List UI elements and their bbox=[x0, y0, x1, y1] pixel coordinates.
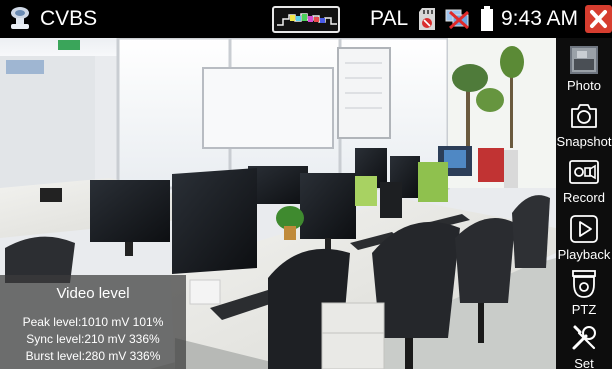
mode-title: CVBS bbox=[40, 7, 98, 30]
sync-level: Sync level:210 mV 336% bbox=[26, 332, 160, 346]
set-button[interactable]: Set bbox=[556, 320, 612, 369]
photo-thumbnail-icon bbox=[570, 46, 598, 74]
battery-icon bbox=[481, 6, 493, 31]
ptz-dome-camera-icon bbox=[572, 270, 596, 298]
color-bars-icon[interactable] bbox=[272, 6, 340, 33]
playback-label: Playback bbox=[557, 247, 611, 262]
tools-icon bbox=[572, 325, 596, 350]
playback-button[interactable]: Playback bbox=[556, 211, 612, 268]
close-button[interactable] bbox=[585, 5, 612, 33]
play-icon bbox=[570, 215, 598, 243]
video-level-title: Video level bbox=[56, 285, 130, 302]
snapshot-button[interactable]: Snapshot bbox=[556, 98, 612, 155]
ptz-button[interactable]: PTZ bbox=[556, 266, 612, 323]
ptz-label: PTZ bbox=[571, 302, 597, 317]
camera-icon bbox=[11, 7, 29, 29]
record-label: Record bbox=[563, 190, 605, 205]
tool-sidebar: Photo Snapshot Record Playback PTZ Set bbox=[556, 38, 612, 369]
snapshot-label: Snapshot bbox=[556, 134, 612, 149]
photo-button[interactable]: Photo bbox=[556, 42, 612, 99]
status-bar: CVBS PAL 9:43 AM bbox=[0, 0, 612, 38]
photo-label: Photo bbox=[567, 78, 601, 93]
sd-card-icon bbox=[419, 8, 435, 30]
burst-level: Burst level:280 mV 336% bbox=[25, 349, 161, 363]
network-disconnected-icon bbox=[445, 9, 469, 30]
set-label: Set bbox=[574, 356, 594, 369]
peak-level: Peak level:1010 mV 101% bbox=[22, 315, 164, 329]
close-icon bbox=[590, 10, 607, 28]
clock-time: 9:43 AM bbox=[501, 7, 579, 30]
video-record-icon bbox=[569, 160, 599, 184]
camera-outline-icon bbox=[571, 104, 597, 128]
record-button[interactable]: Record bbox=[556, 154, 612, 211]
video-feed: Video level Peak level:1010 mV 101% Sync… bbox=[0, 38, 556, 369]
video-standard: PAL bbox=[370, 7, 409, 30]
video-level-panel: Video level Peak level:1010 mV 101% Sync… bbox=[0, 275, 186, 369]
